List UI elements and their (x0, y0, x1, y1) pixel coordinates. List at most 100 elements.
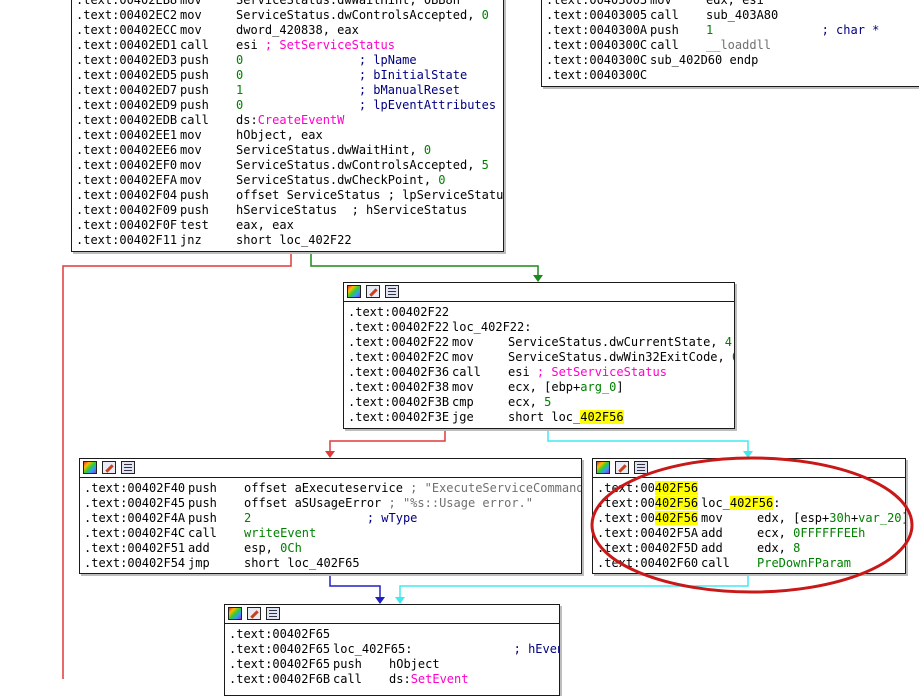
block-header (593, 459, 905, 478)
code-line[interactable]: .text:00402F56 (593, 481, 905, 496)
code-block-loc-402f56[interactable]: .text:00402F56 .text:00402F56 loc_402F56:.… (592, 458, 906, 574)
jump-target-edge (547, 429, 749, 452)
code-line[interactable]: .text:00402ED5 push 0 ; bInitialState (72, 68, 503, 83)
line-address: .text:00402F04 (76, 188, 178, 202)
operand-segment: writeEvent (244, 526, 317, 540)
code-line[interactable]: .text:00402F60 call PreDownFParam (593, 556, 905, 571)
operand-segment: ; lpEventAttributes (243, 98, 497, 112)
code-line[interactable]: .text:00402F3B cmp ecx, 5 (344, 395, 734, 410)
graph-overview-icon[interactable] (83, 461, 97, 474)
code-line[interactable]: .text:00402F2C mov ServiceStatus.dwWin32Ex… (344, 350, 734, 365)
code-line[interactable]: .text:00402F22 loc_402F22: (344, 320, 734, 335)
code-line[interactable]: .text:00402F22 (344, 305, 734, 320)
code-line[interactable]: .text:00402EF0 mov ServiceStatus.dwControl… (72, 158, 503, 173)
code-line[interactable]: .text:00402F36 call esi ; SetServiceStatus (344, 365, 734, 380)
code-line[interactable]: .text:00402F51 add esp, 0Ch (80, 541, 581, 556)
code-line[interactable]: .text:00402F5A add ecx, 0FFFFFFEEh (593, 526, 905, 541)
operand-segment: ; hEvent (412, 642, 560, 656)
edit-node-icon[interactable] (102, 461, 116, 474)
line-address: .text:00402F22 (348, 305, 450, 319)
code-line[interactable]: .text:0040300C call __loaddll (542, 38, 919, 53)
operand-segment: short loc_ (508, 410, 581, 424)
code-line[interactable]: .text:00402EFA mov ServiceStatus.dwCheckPo… (72, 173, 503, 188)
xrefs-icon[interactable] (634, 461, 648, 474)
graph-overview-icon[interactable] (596, 461, 610, 474)
line-address: .text:00402ED3 (76, 53, 178, 67)
operand-segment: offset aExecuteservice (244, 481, 411, 495)
false-branch-edge-2 (329, 429, 446, 452)
line-mnemonic: push (188, 496, 217, 510)
code-line[interactable]: .text:00402F4C call writeEvent (80, 526, 581, 541)
code-line[interactable]: .text:00402F09 push hServiceStatus ; hServ… (72, 203, 503, 218)
line-address: .text:00402ED5 (76, 68, 178, 82)
operand-segment: 30h (829, 511, 851, 525)
code-line[interactable]: .text:00402F56 loc_402F56: (593, 496, 905, 511)
code-line[interactable]: .text:00402F6B call ds:SetEvent (225, 672, 559, 687)
code-line[interactable]: .text:00403005 call sub_403A80 (542, 8, 919, 23)
line-mnemonic: loc_402F65: (333, 642, 413, 656)
operand-segment: ServiceStatus.dwCurrentState, (508, 335, 725, 349)
xrefs-icon[interactable] (385, 285, 399, 298)
unconditional-edge (329, 573, 381, 598)
edit-node-icon[interactable] (366, 285, 380, 298)
graph-overview-icon[interactable] (228, 607, 242, 620)
code-line[interactable]: .text:00402F5D add edx, 8 (593, 541, 905, 556)
line-address: .text:00402ECC (76, 23, 178, 37)
line-address: .text:00402EFA (76, 173, 178, 187)
edit-node-icon[interactable] (615, 461, 629, 474)
code-line[interactable]: .text:00402EC2 mov ServiceStatus.dwControl… (72, 8, 503, 23)
code-line[interactable]: .text:00402EE1 mov hObject, eax (72, 128, 503, 143)
operand-segment: CreateEventW (257, 113, 345, 127)
code-line[interactable]: .text:00403003 mov edx, esi (542, 0, 919, 8)
line-address: .text:00402F11 (76, 233, 178, 247)
code-line[interactable]: .text:00402F04 push offset ServiceStatus ;… (72, 188, 503, 203)
code-line[interactable]: .text:00402ED3 push 0 ; lpName (72, 53, 503, 68)
code-line[interactable]: .text:00402F65 (225, 627, 559, 642)
code-line[interactable]: .text:00402ECC mov dword_420838, eax (72, 23, 503, 38)
code-line[interactable]: .text:00402EE6 mov ServiceStatus.dwWaitHin… (72, 143, 503, 158)
xrefs-icon[interactable] (266, 607, 280, 620)
code-line[interactable]: .text:00402F4A push 2 ; wType (80, 511, 581, 526)
code-line[interactable]: .text:00402ED9 push 0 ; lpEventAttributes (72, 98, 503, 113)
xrefs-icon[interactable] (121, 461, 135, 474)
address-prefix: .text:00 (597, 511, 655, 525)
code-line[interactable]: .text:00402F56movedx, [esp+30h+var_20] (593, 511, 905, 526)
code-line[interactable]: .text:00402F65 loc_402F65: ; hEvent (225, 642, 559, 657)
code-line[interactable]: .text:00402F38 mov ecx, [ebp+arg_0] (344, 380, 734, 395)
line-address: .text:00402F54 (84, 556, 186, 570)
code-line[interactable]: .text:00402EDB call ds:CreateEventW (72, 113, 503, 128)
edit-node-icon[interactable] (247, 607, 261, 620)
code-block-402f40[interactable]: .text:00402F40 push offset aExecuteservice… (79, 458, 582, 574)
line-mnemonic: push (180, 68, 209, 82)
code-line[interactable]: .text:00402F45 push offset aSUsageError ; … (80, 496, 581, 511)
line-address: .text:00402EE6 (76, 143, 178, 157)
operand-segment: ds: (236, 113, 258, 127)
line-address: .text:00402F65 (229, 642, 331, 656)
line-mnemonic: call (333, 672, 362, 686)
code-block-top-right[interactable]: .text:00403003 mov edx, esi .text:00403005 c… (541, 0, 919, 87)
line-address: .text:00402EF0 (76, 158, 178, 172)
operand-segment: ; SetServiceStatus (264, 38, 395, 52)
code-line[interactable]: .text:00402ED7 push 1 ; bManualReset (72, 83, 503, 98)
code-line[interactable]: .text:00402F11 jnz short loc_402F22 (72, 233, 503, 248)
code-line[interactable]: .text:00402F65 push hObject (225, 657, 559, 672)
line-address: .text:00402EC2 (76, 8, 178, 22)
code-block-top-left[interactable]: .text:00402EB8 mov ServiceStatus.dwWaitHin… (71, 0, 504, 252)
code-line[interactable]: .text:00402F3E jge short loc_402F56 (344, 410, 734, 425)
operand-segment: ; bInitialState (243, 68, 468, 82)
code-line[interactable]: .text:00402F22 mov ServiceStatus.dwCurrent… (344, 335, 734, 350)
code-line[interactable]: .text:00402F40 push offset aExecuteservice… (80, 481, 581, 496)
code-line[interactable]: .text:00402F0F test eax, eax (72, 218, 503, 233)
code-line[interactable]: .text:00402ED1 call esi ; SetServiceStatus (72, 38, 503, 53)
code-line[interactable]: .text:0040300C sub_402D60 endp (542, 53, 919, 68)
operand-segment: ServiceStatus.dwWaitHint, (236, 143, 424, 157)
code-line[interactable]: .text:00402F54 jmp short loc_402F65 (80, 556, 581, 571)
line-mnemonic: mov (180, 0, 202, 7)
code-line[interactable]: .text:0040300C (542, 68, 919, 83)
code-block-loc-402f22[interactable]: .text:00402F22 .text:00402F22 loc_402F22:.… (343, 282, 735, 429)
code-line[interactable]: .text:00402EB8 mov ServiceStatus.dwWaitHin… (72, 0, 503, 8)
code-line[interactable]: .text:0040300A push 1 ; char * (542, 23, 919, 38)
code-block-loc-402f65[interactable]: .text:00402F65 .text:00402F65 loc_402F65: … (224, 604, 560, 696)
operand-segment: PreDownFParam (757, 556, 851, 570)
graph-overview-icon[interactable] (347, 285, 361, 298)
